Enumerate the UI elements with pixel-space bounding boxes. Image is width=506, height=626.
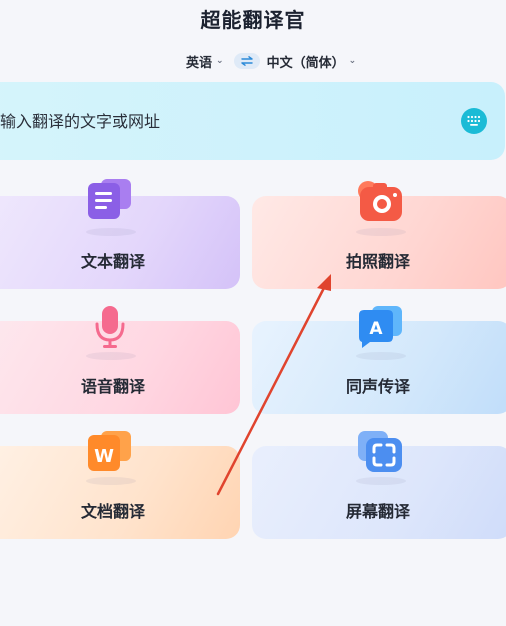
target-language-dropdown[interactable]: 中文（简体） ⌄: [267, 52, 357, 71]
keyboard-button[interactable]: [461, 108, 487, 134]
icon-shadow: [356, 477, 406, 485]
icon-shadow: [86, 228, 136, 236]
target-language-label: 中文（简体）: [266, 55, 345, 71]
microphone-icon: [95, 306, 125, 348]
document-text-icon: [88, 179, 131, 219]
camera-icon: [358, 181, 402, 221]
icon-shadow: [86, 477, 136, 485]
keyboard-icon: [467, 115, 481, 126]
source-language-label: 英语: [186, 55, 213, 71]
chevron-down-icon: ⌄: [216, 56, 224, 66]
language-selector-bar: 英语 ⌄ 中文（简体） ⌄: [186, 51, 356, 71]
speech-bubble-a-icon: A: [359, 306, 402, 348]
card-label: 语音翻译: [80, 377, 145, 396]
svg-text:A: A: [369, 319, 383, 339]
icon-shadow: [356, 228, 406, 236]
card-label: 文档翻译: [80, 502, 145, 521]
card-label: 屏幕翻译: [345, 502, 410, 521]
icon-shadow: [86, 352, 136, 360]
swap-icon: [240, 56, 253, 66]
app-title: 超能翻译官: [200, 8, 306, 32]
icon-shadow: [356, 352, 406, 360]
card-label: 拍照翻译: [345, 252, 410, 271]
translation-input[interactable]: [0, 112, 300, 131]
card-label: 文本翻译: [80, 252, 145, 271]
chevron-down-icon: ⌄: [348, 56, 357, 66]
word-document-icon: W: [88, 431, 131, 471]
swap-languages-button[interactable]: [233, 53, 260, 69]
translation-input-box[interactable]: [0, 82, 505, 160]
svg-text:W: W: [94, 446, 114, 467]
source-language-dropdown[interactable]: 英语 ⌄: [186, 52, 224, 71]
screen-capture-icon: [358, 431, 402, 472]
card-label: 同声传译: [345, 377, 410, 396]
